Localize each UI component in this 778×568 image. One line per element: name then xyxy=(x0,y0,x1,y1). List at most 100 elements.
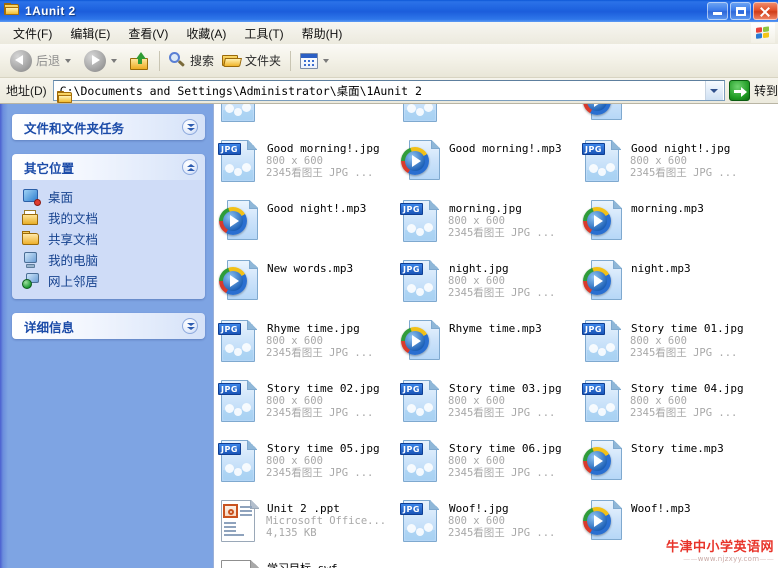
file-text: Good morning!.mp3 xyxy=(448,138,563,155)
file-item[interactable]: Good night!.mp3 xyxy=(218,196,400,256)
file-item[interactable] xyxy=(582,104,764,136)
views-grid-icon xyxy=(300,52,319,69)
back-button[interactable]: 后退 xyxy=(6,49,80,73)
file-item[interactable]: Good morning!.mp3 xyxy=(400,136,582,196)
file-name: Rhyme time.mp3 xyxy=(449,322,542,335)
file-name: 学习目标.swf xyxy=(266,562,339,568)
file-item[interactable]: JPG Story time 05.jpg 800 x 600 2345看图王 JPG… xyxy=(218,436,400,496)
panel-other-places-title: 其它位置 xyxy=(24,161,75,176)
forward-arrow-icon xyxy=(84,49,107,72)
file-meta-line-2: 2345看图王 JPG ... xyxy=(630,407,738,419)
file-item[interactable]: morning.mp3 xyxy=(582,196,764,256)
file-icon: JPG xyxy=(218,438,264,486)
file-meta-line-1: 800 x 600 xyxy=(266,395,323,407)
swf-file-icon xyxy=(221,560,259,568)
file-item[interactable]: 学习目标.swfShockwave Flash ...627 KB xyxy=(218,556,400,568)
up-button[interactable] xyxy=(126,49,154,73)
desktop-icon xyxy=(22,188,41,206)
search-button[interactable]: 搜索 xyxy=(165,49,218,73)
menu-view[interactable]: 查看(V) xyxy=(119,23,177,44)
menu-file[interactable]: 文件(F) xyxy=(4,23,61,44)
file-item[interactable]: Story time.mp3 xyxy=(582,436,764,496)
place-network[interactable]: 网上邻居 xyxy=(22,270,201,291)
panel-details[interactable]: 详细信息 xyxy=(12,313,205,339)
minimize-button[interactable] xyxy=(707,2,728,20)
file-meta-line-1: 800 x 600 xyxy=(448,455,505,467)
place-desktop-label: 桌面 xyxy=(48,191,74,205)
file-icon: JPG xyxy=(218,104,264,126)
file-item[interactable]: JPG night.jpg 800 x 600 2345看图王 JPG ... xyxy=(400,256,582,316)
file-text: Story time.mp3 xyxy=(630,438,725,455)
menu-favorites[interactable]: 收藏(A) xyxy=(177,23,235,44)
maximize-button[interactable] xyxy=(730,2,751,20)
file-icon: JPG xyxy=(400,378,446,426)
panel-other-places-header[interactable]: 其它位置 xyxy=(12,154,205,180)
views-dropdown-icon[interactable] xyxy=(323,58,330,63)
file-name: Unit 2 .ppt xyxy=(267,502,340,515)
file-item[interactable]: JPG Rhyme time.jpg 800 x 600 2345看图王 JPG ..… xyxy=(218,316,400,376)
file-text: Story time 02.jpg 800 x 600 2345看图王 JPG ..… xyxy=(266,378,381,419)
file-meta-line-1: 800 x 600 xyxy=(266,155,323,167)
chevron-down-icon-details[interactable] xyxy=(182,318,198,334)
file-item[interactable]: JPG xyxy=(400,104,582,136)
file-item[interactable]: JPG Story time 01.jpg 800 x 600 2345看图王 JPG… xyxy=(582,316,764,376)
file-meta-line-1: 800 x 600 xyxy=(630,395,687,407)
place-shared-documents[interactable]: 共享文档 xyxy=(22,228,201,249)
close-button[interactable] xyxy=(753,2,778,20)
file-grid: JPG JPG JPGGood morning!.jpg800 x 600234… xyxy=(218,104,778,568)
go-button[interactable]: 转到 xyxy=(728,80,778,101)
place-my-computer[interactable]: 我的电脑 xyxy=(22,249,201,270)
file-item[interactable]: JPG Story time 03.jpg 800 x 600 2345看图王 JPG… xyxy=(400,376,582,436)
file-item[interactable]: Rhyme time.mp3 xyxy=(400,316,582,376)
file-icon xyxy=(582,438,628,486)
file-name: Woof!.jpg xyxy=(449,502,509,515)
go-label: 转到 xyxy=(753,84,778,98)
views-button[interactable] xyxy=(296,49,338,73)
folders-button[interactable]: 文件夹 xyxy=(218,49,285,73)
address-dropdown-button[interactable] xyxy=(704,81,723,100)
file-item[interactable]: New words.mp3 xyxy=(218,256,400,316)
chevron-down-icon[interactable] xyxy=(182,119,198,135)
watermark: 牛津中小学英语网 www.njzxyy.com xyxy=(634,540,774,566)
file-list-pane[interactable]: JPG JPG JPGGood morning!.jpg800 x 600234… xyxy=(213,104,778,568)
menu-help[interactable]: 帮助(H) xyxy=(293,23,352,44)
file-item[interactable]: night.mp3 xyxy=(582,256,764,316)
file-name: Good night!.mp3 xyxy=(267,202,367,215)
file-name: Story time.mp3 xyxy=(631,442,724,455)
file-item[interactable]: JPG Story time 02.jpg 800 x 600 2345看图王 JPG… xyxy=(218,376,400,436)
file-meta-line-1: 800 x 600 xyxy=(630,155,687,167)
file-icon xyxy=(582,198,628,246)
file-item[interactable]: JPG Good morning!.jpg 800 x 600 2345看图王 JPG… xyxy=(218,136,400,196)
menu-tools[interactable]: 工具(T) xyxy=(235,23,292,44)
panel-other-places: 其它位置 桌面 我的文档 共享文档 我的电脑 网上邻居 xyxy=(12,154,205,299)
chevron-up-icon[interactable] xyxy=(182,159,198,175)
file-text: Good night!.mp3 xyxy=(266,198,367,215)
forward-dropdown-icon[interactable] xyxy=(111,58,118,63)
file-item[interactable]: JPG Woof!.jpg 800 x 600 2345看图王 JPG ... xyxy=(400,496,582,556)
address-input[interactable]: C:\Documents and Settings\Administrator\… xyxy=(52,80,725,103)
forward-button[interactable] xyxy=(80,49,126,73)
go-arrow-icon xyxy=(728,80,750,101)
menu-edit[interactable]: 编辑(E) xyxy=(61,23,119,44)
file-item[interactable]: JPG morning.jpg 800 x 600 2345看图王 JPG ... xyxy=(400,196,582,256)
file-meta-line-2: 2345看图王 JPG ... xyxy=(448,287,556,299)
file-meta-line-1: 800 x 600 xyxy=(630,335,687,347)
panel-details-header[interactable]: 详细信息 xyxy=(12,313,205,339)
mp3-file-icon xyxy=(401,319,443,363)
file-item[interactable]: JPG xyxy=(218,104,400,136)
panel-file-folder-tasks-header[interactable]: 文件和文件夹任务 xyxy=(12,114,205,140)
file-name: Story time 03.jpg xyxy=(449,382,562,395)
file-name: Story time 02.jpg xyxy=(267,382,380,395)
place-my-documents[interactable]: 我的文档 xyxy=(22,207,201,228)
file-icon: JPG xyxy=(400,258,446,306)
file-name: Story time 04.jpg xyxy=(631,382,744,395)
file-item-empty xyxy=(400,556,582,568)
file-item[interactable]: Unit 2 .ppt Microsoft Office... 4,135 KB xyxy=(218,496,400,556)
place-desktop[interactable]: 桌面 xyxy=(22,186,201,207)
back-dropdown-icon[interactable] xyxy=(65,58,72,63)
file-item[interactable]: JPG Story time 04.jpg 800 x 600 2345看图王 JPG… xyxy=(582,376,764,436)
title-bar[interactable]: 1Aunit 2 xyxy=(0,0,778,22)
file-item[interactable]: JPG Story time 06.jpg 800 x 600 2345看图王 JPG… xyxy=(400,436,582,496)
panel-file-folder-tasks[interactable]: 文件和文件夹任务 xyxy=(12,114,205,140)
file-item[interactable]: JPG Good night!.jpg 800 x 600 2345看图王 JPG .… xyxy=(582,136,764,196)
